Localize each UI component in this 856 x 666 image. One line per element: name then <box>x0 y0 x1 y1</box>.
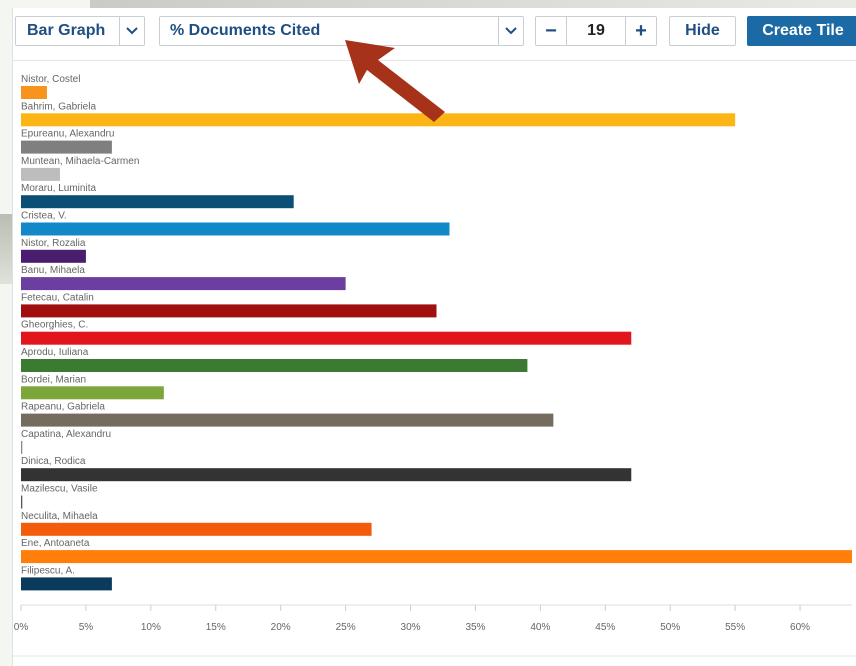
x-tick-label: 45% <box>595 622 615 633</box>
category-label: Banu, Mihaela <box>21 265 85 276</box>
category-label: Capatina, Alexandru <box>21 429 111 440</box>
x-tick-label: 40% <box>530 622 550 633</box>
count-stepper[interactable]: − 19 + <box>535 16 657 46</box>
category-label: Aprodu, Iuliana <box>21 347 89 358</box>
category-label: Epureanu, Alexandru <box>21 129 114 140</box>
chart-type-label: Bar Graph <box>27 22 106 39</box>
bar[interactable] <box>21 195 294 209</box>
category-label: Filipescu, A. <box>21 565 75 576</box>
bar[interactable] <box>21 495 23 509</box>
x-tick-label: 35% <box>465 622 485 633</box>
category-label: Rapeanu, Gabriela <box>21 402 105 413</box>
bar[interactable] <box>21 359 528 372</box>
bar[interactable] <box>21 304 437 318</box>
category-label: Mazilescu, Vasile <box>21 484 98 495</box>
category-label: Fetecau, Catalin <box>21 292 94 303</box>
chart-panel: Bar Graph % Documents Cited − 19 + Hide … <box>12 8 856 666</box>
chevron-down-icon[interactable] <box>119 17 144 45</box>
bar[interactable] <box>21 468 632 482</box>
x-tick-label: 10% <box>141 622 161 633</box>
count-value[interactable]: 19 <box>567 22 625 40</box>
x-tick-label: 0% <box>14 622 29 633</box>
create-tile-button[interactable]: Create Tile <box>747 16 856 46</box>
x-tick-label: 5% <box>79 622 94 633</box>
bar[interactable] <box>21 249 86 263</box>
bar[interactable] <box>21 577 112 591</box>
hide-button[interactable]: Hide <box>669 16 736 46</box>
metric-label: % Documents Cited <box>170 22 321 39</box>
chevron-down-icon[interactable] <box>498 17 523 45</box>
category-label: Nistor, Costel <box>21 74 80 85</box>
category-label: Dinica, Rodica <box>21 456 86 467</box>
category-label: Ene, Antoaneta <box>21 538 90 549</box>
decrement-button[interactable]: − <box>536 17 567 45</box>
bar[interactable] <box>21 167 60 181</box>
category-label: Gheorghies, C. <box>21 320 88 331</box>
bar[interactable] <box>21 140 112 154</box>
bar[interactable] <box>21 440 23 454</box>
bar[interactable] <box>21 522 372 536</box>
bar[interactable] <box>21 86 47 99</box>
x-tick-label: 50% <box>660 622 680 633</box>
x-tick-label: 60% <box>790 622 810 633</box>
x-tick-label: 20% <box>271 622 291 633</box>
x-tick-label: 15% <box>206 622 226 633</box>
increment-button[interactable]: + <box>625 17 656 45</box>
category-label: Muntean, Mihaela-Carmen <box>21 156 139 167</box>
bar-chart: Nistor, Costel Bahrim, Gabriela Epureanu, … <box>13 74 856 657</box>
category-label: Neculita, Mihaela <box>21 511 98 522</box>
bar[interactable] <box>21 331 632 345</box>
bar[interactable] <box>21 386 164 400</box>
chart-type-select[interactable]: Bar Graph <box>15 16 145 46</box>
category-label: Bordei, Marian <box>21 374 86 385</box>
category-label: Cristea, V. <box>21 211 67 222</box>
bar[interactable] <box>21 113 736 127</box>
category-label: Moraru, Luminita <box>21 183 96 194</box>
category-label: Nistor, Rozalia <box>21 238 86 249</box>
bar[interactable] <box>21 277 346 291</box>
metric-select[interactable]: % Documents Cited <box>159 16 524 46</box>
toolbar: Bar Graph % Documents Cited − 19 + Hide … <box>13 8 856 61</box>
x-tick-label: 55% <box>725 622 745 633</box>
category-label: Bahrim, Gabriela <box>21 101 96 112</box>
bar[interactable] <box>21 413 554 427</box>
bar[interactable] <box>21 222 450 236</box>
x-tick-label: 25% <box>336 622 356 633</box>
bar[interactable] <box>21 550 852 564</box>
x-tick-label: 30% <box>401 622 421 633</box>
